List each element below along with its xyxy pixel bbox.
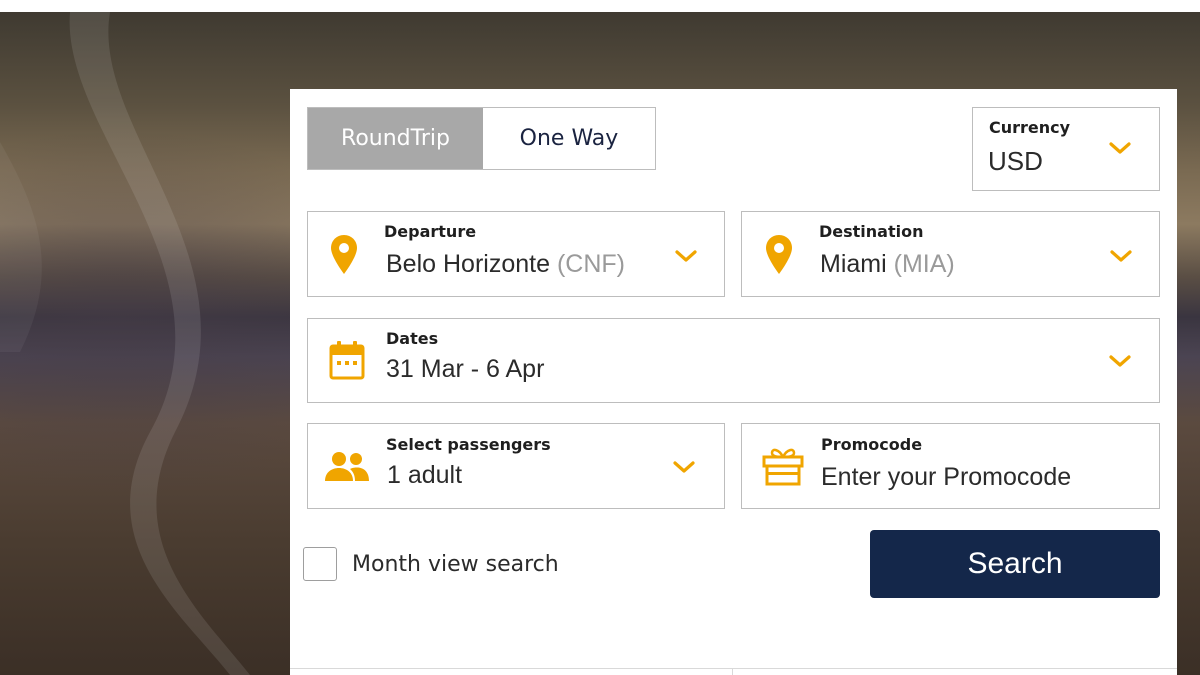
departure-city: Belo Horizonte [386, 250, 550, 278]
calendar-icon [329, 341, 365, 380]
chevron-down-icon [673, 461, 695, 473]
month-view-label[interactable]: Month view search [352, 552, 559, 577]
month-view-checkbox[interactable] [303, 547, 337, 581]
one-way-button[interactable]: One Way [483, 108, 655, 169]
chevron-down-icon [1109, 142, 1131, 154]
departure-field[interactable]: Departure Belo Horizonte (CNF) [307, 211, 725, 297]
roundtrip-button[interactable]: RoundTrip [308, 108, 483, 169]
dates-field[interactable]: Dates 31 Mar - 6 Apr [307, 318, 1160, 403]
chevron-down-icon [1110, 250, 1132, 262]
passengers-value: 1 adult [387, 461, 463, 489]
location-pin-icon [766, 235, 792, 274]
promocode-field[interactable]: Promocode Enter your Promocode [741, 423, 1160, 509]
trip-type-toggle: RoundTrip One Way [307, 107, 656, 170]
chevron-down-icon [1109, 355, 1131, 367]
currency-value: USD [988, 146, 1043, 176]
destination-code: (MIA) [893, 250, 955, 278]
promocode-input[interactable]: Enter your Promocode [821, 463, 1071, 492]
currency-select[interactable]: Currency USD [972, 107, 1160, 191]
passengers-field[interactable]: Select passengers 1 adult [307, 423, 725, 509]
destination-label: Destination [819, 222, 924, 241]
search-button[interactable]: Search [870, 530, 1160, 598]
destination-field[interactable]: Destination Miami (MIA) [741, 211, 1160, 297]
destination-city: Miami [820, 250, 887, 278]
departure-code: (CNF) [556, 250, 625, 278]
passengers-label: Select passengers [386, 435, 551, 454]
promocode-label: Promocode [821, 435, 923, 454]
gift-icon [762, 448, 804, 486]
chevron-down-icon [675, 250, 697, 262]
dates-label: Dates [386, 329, 439, 348]
panel-divider [290, 668, 1177, 669]
departure-value: Belo Horizonte (CNF) [386, 250, 625, 279]
panel-divider-separator [732, 668, 733, 675]
destination-value: Miami (MIA) [820, 250, 955, 279]
currency-label: Currency [989, 118, 1071, 137]
location-pin-icon [331, 235, 357, 274]
passengers-icon [325, 452, 369, 481]
dates-value: 31 Mar - 6 Apr [386, 355, 545, 383]
departure-label: Departure [384, 222, 477, 241]
